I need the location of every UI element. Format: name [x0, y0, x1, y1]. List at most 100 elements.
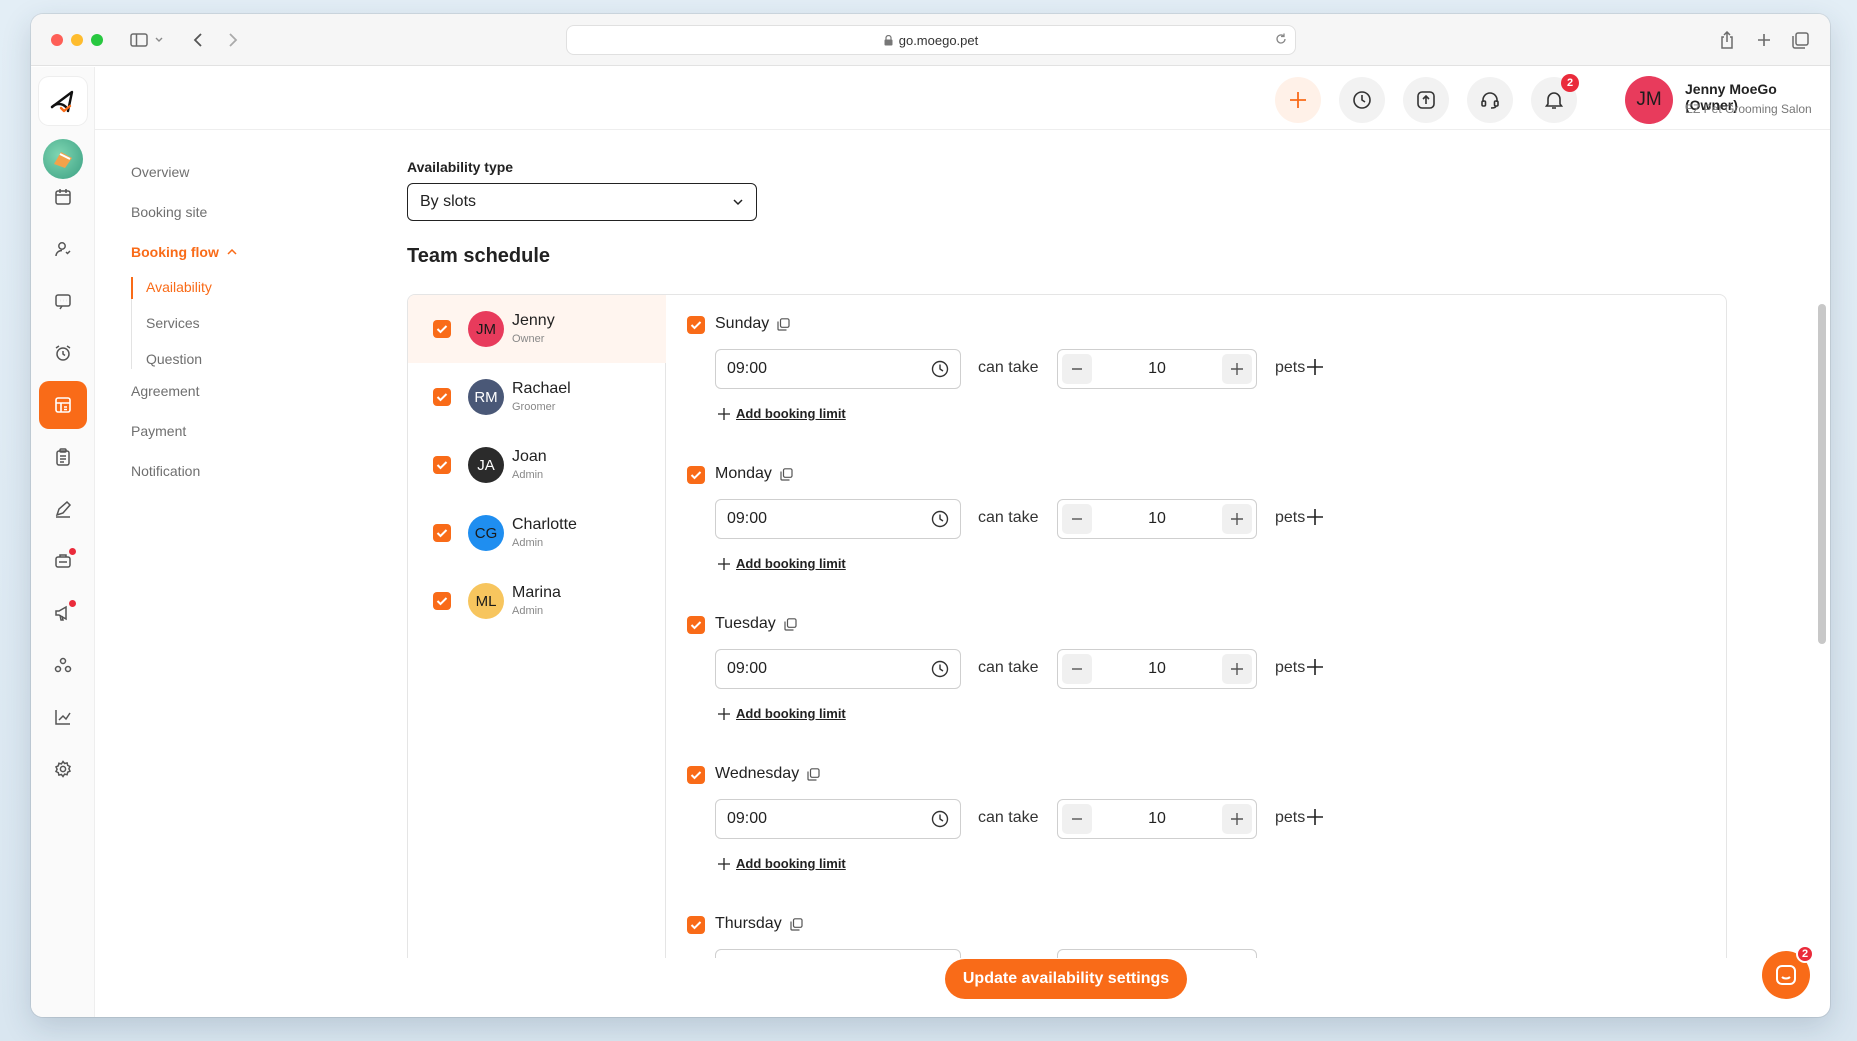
clients-icon[interactable] — [39, 225, 87, 273]
staff-checkbox[interactable] — [433, 456, 451, 474]
start-time-input[interactable]: 09:00 — [715, 649, 961, 689]
subnav-availability[interactable]: Availability — [146, 279, 212, 295]
moego-logo[interactable] — [39, 77, 87, 125]
staff-checkbox[interactable] — [433, 388, 451, 406]
staff-row[interactable]: RM Rachael Groomer — [408, 363, 666, 431]
day-checkbox[interactable] — [687, 316, 705, 334]
sidebar-toggle-icon[interactable] — [126, 28, 152, 52]
copy-icon[interactable] — [780, 467, 793, 481]
pet-capacity-stepper[interactable] — [1057, 949, 1257, 958]
pet-capacity-stepper[interactable]: 10 — [1057, 499, 1257, 539]
staff-role: Admin — [512, 469, 544, 481]
day-checkbox[interactable] — [687, 766, 705, 784]
copy-icon[interactable] — [807, 767, 820, 781]
staff-row[interactable]: JA Joan Admin — [408, 431, 666, 499]
calendar-icon[interactable] — [39, 173, 87, 221]
tab-overview-icon[interactable] — [1787, 28, 1813, 52]
pets-label: pets — [1275, 659, 1306, 676]
settings-gear-icon[interactable] — [39, 745, 87, 793]
copy-icon[interactable] — [784, 617, 797, 631]
start-time-input[interactable]: 09:00 — [715, 499, 961, 539]
availability-type-select[interactable]: By slots — [407, 183, 757, 221]
copy-icon[interactable] — [777, 317, 790, 331]
forward-arrow-icon[interactable] — [220, 28, 246, 52]
subnav-agreement[interactable]: Agreement — [131, 383, 199, 399]
subnav-question[interactable]: Question — [146, 351, 202, 367]
start-time-input[interactable]: 09:00 — [715, 349, 961, 389]
staff-role: Admin — [512, 537, 544, 549]
day-checkbox[interactable] — [687, 466, 705, 484]
copy-icon[interactable] — [790, 917, 803, 931]
edit-pen-icon[interactable] — [39, 485, 87, 533]
marketing-megaphone-icon[interactable] — [39, 589, 87, 637]
messages-icon[interactable] — [39, 277, 87, 325]
decrement-button[interactable] — [1062, 654, 1092, 684]
tasks-clipboard-icon[interactable] — [39, 433, 87, 481]
update-availability-button[interactable]: Update availability settings — [945, 959, 1187, 999]
chat-unread-badge: 2 — [1796, 945, 1814, 963]
staff-checkbox[interactable] — [433, 592, 451, 610]
decrement-button[interactable] — [1062, 504, 1092, 534]
subnav-booking-site[interactable]: Booking site — [131, 204, 207, 220]
address-bar[interactable]: go.moego.pet — [566, 25, 1296, 55]
add-booking-limit-link[interactable]: Add booking limit — [718, 556, 846, 571]
add-time-slot-plus-icon[interactable] — [1305, 807, 1325, 827]
increment-button[interactable] — [1222, 804, 1252, 834]
subnav-overview[interactable]: Overview — [131, 164, 189, 180]
day-checkbox[interactable] — [687, 616, 705, 634]
minimize-window-button[interactable] — [71, 34, 83, 46]
reports-chart-icon[interactable] — [39, 693, 87, 741]
subnav-notification[interactable]: Notification — [131, 463, 200, 479]
history-button[interactable] — [1339, 77, 1385, 123]
subnav-services[interactable]: Services — [146, 315, 200, 331]
subnav-payment[interactable]: Payment — [131, 423, 186, 439]
add-booking-limit-link[interactable]: Add booking limit — [718, 856, 846, 871]
plus-icon — [1288, 90, 1308, 110]
close-window-button[interactable] — [51, 34, 63, 46]
subnav-booking-flow[interactable]: Booking flow — [131, 244, 237, 260]
pet-capacity-stepper[interactable]: 10 — [1057, 649, 1257, 689]
add-booking-limit-label: Add booking limit — [736, 706, 846, 721]
zoom-window-button[interactable] — [91, 34, 103, 46]
pet-capacity-stepper[interactable]: 10 — [1057, 799, 1257, 839]
add-time-slot-plus-icon[interactable] — [1305, 357, 1325, 377]
decrement-button[interactable] — [1062, 354, 1092, 384]
retail-icon[interactable] — [39, 537, 87, 585]
add-time-slot-plus-icon[interactable] — [1305, 507, 1325, 527]
notifications-button[interactable]: 2 — [1531, 74, 1579, 123]
pet-capacity-stepper[interactable]: 10 — [1057, 349, 1257, 389]
online-booking-icon[interactable] — [39, 381, 87, 429]
add-booking-limit-link[interactable]: Add booking limit — [718, 406, 846, 421]
increment-button[interactable] — [1222, 354, 1252, 384]
staff-checkbox[interactable] — [433, 320, 451, 338]
chat-support-button[interactable]: 2 — [1762, 945, 1814, 999]
day-checkbox[interactable] — [687, 916, 705, 934]
support-button[interactable] — [1467, 77, 1513, 123]
staff-checkbox[interactable] — [433, 524, 451, 542]
increment-button[interactable] — [1222, 654, 1252, 684]
staff-row[interactable]: ML Marina Admin — [408, 567, 666, 635]
url-text: go.moego.pet — [898, 32, 979, 48]
page-scrollbar[interactable] — [1818, 304, 1826, 644]
staff-row[interactable]: JM Jenny Owner — [408, 295, 666, 363]
decrement-button[interactable] — [1062, 804, 1092, 834]
user-avatar[interactable]: JM — [1625, 76, 1673, 124]
plus-icon — [718, 707, 730, 720]
reminders-icon[interactable] — [39, 329, 87, 377]
back-arrow-icon[interactable] — [185, 28, 211, 52]
new-tab-icon[interactable] — [1751, 28, 1777, 52]
staff-name: Joan — [512, 448, 547, 465]
staff-row[interactable]: CG Charlotte Admin — [408, 499, 666, 567]
upload-button[interactable] — [1403, 77, 1449, 123]
quick-add-button[interactable] — [1275, 77, 1321, 123]
share-icon[interactable] — [1714, 28, 1740, 52]
reload-icon[interactable] — [1275, 32, 1287, 46]
start-time-input[interactable]: 09:00 — [715, 799, 961, 839]
add-time-slot-plus-icon[interactable] — [1305, 657, 1325, 677]
start-time-input[interactable] — [715, 949, 961, 958]
increment-button[interactable] — [1222, 504, 1252, 534]
integrations-icon[interactable] — [39, 641, 87, 689]
staff-avatar: JA — [468, 447, 504, 483]
chevron-down-icon[interactable] — [152, 28, 166, 52]
add-booking-limit-link[interactable]: Add booking limit — [718, 706, 846, 721]
